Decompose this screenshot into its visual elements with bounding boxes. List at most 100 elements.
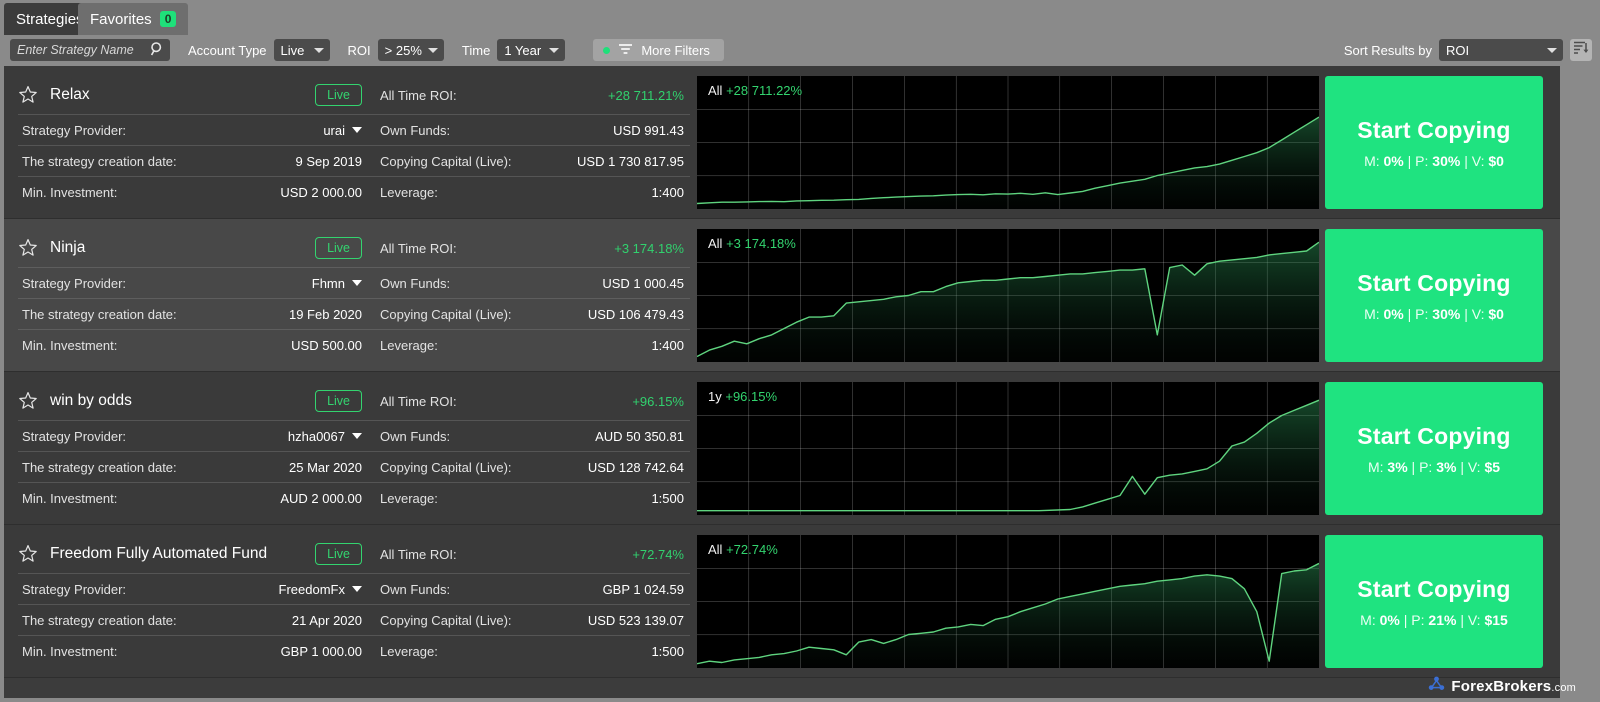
all-time-roi-line: All Time ROI: +72.74% [370,535,690,573]
strategy-list: Relax Live Strategy Provider: urai The s… [4,66,1560,698]
fee-management: 3% [1387,459,1407,475]
search-input[interactable] [10,43,142,57]
strategy-header: Relax Live [18,76,370,114]
leverage-line: Leverage: 1:500 [370,635,690,666]
copying-capital-line: Copying Capital (Live): USD 1 730 817.95 [370,145,690,176]
min-investment-value: AUD 2 000.00 [280,491,362,506]
leverage-label: Leverage: [380,644,438,659]
time-label: Time [462,43,490,58]
copying-capital-line: Copying Capital (Live): USD 523 139.07 [370,604,690,635]
strategy-name: Freedom Fully Automated Fund [50,545,315,563]
strategy-row[interactable]: Ninja Live Strategy Provider: Fhmn The s… [4,219,1560,372]
account-type-value: Live [281,43,305,58]
performance-chart[interactable]: 1y +96.15% [697,382,1319,515]
search-box[interactable] [10,39,170,61]
copying-capital-label: Copying Capital (Live): [380,307,512,322]
favorite-star-icon[interactable] [18,544,38,564]
provider-line: Strategy Provider: FreedomFx [18,573,370,604]
fee-volume: $5 [1484,459,1500,475]
filter-icon [618,43,633,58]
provider-value: FreedomFx [279,582,345,597]
strategy-header: Ninja Live [18,229,370,267]
roi-select[interactable]: > 25% [378,39,444,61]
vertical-scrollbar[interactable] [1586,66,1600,698]
favorite-star-icon[interactable] [18,238,38,258]
strategy-row[interactable]: Relax Live Strategy Provider: urai The s… [4,66,1560,219]
start-copying-button[interactable]: Start Copying M: 3% | P: 3% | V: $5 [1325,382,1543,515]
all-time-roi-value: +96.15% [632,394,684,409]
min-investment-line: Min. Investment: GBP 1 000.00 [18,635,370,666]
min-investment-value: GBP 1 000.00 [281,644,362,659]
provider-menu[interactable]: Fhmn [312,276,362,291]
start-copying-button[interactable]: Start Copying M: 0% | P: 30% | V: $0 [1325,76,1543,209]
min-investment-label: Min. Investment: [22,338,117,353]
sort-select[interactable]: ROI [1439,39,1563,61]
scrollbar-thumb[interactable] [1588,66,1598,366]
chart-summary-badge: All +3 174.18% [708,236,796,251]
provider-label: Strategy Provider: [22,123,126,138]
copying-capital-value: USD 1 730 817.95 [577,154,684,169]
creation-date-value: 25 Mar 2020 [289,460,362,475]
leverage-value: 1:500 [651,491,684,506]
min-investment-line: Min. Investment: USD 500.00 [18,329,370,360]
roi-label: ROI [348,43,371,58]
sort-group: Sort Results by ROI [1326,39,1592,61]
strategy-secondary-column: All Time ROI: +28 711.21% Own Funds: USD… [370,66,690,219]
status-badge: Live [315,237,362,259]
time-value: 1 Year [504,43,541,58]
creation-date-value: 19 Feb 2020 [289,307,362,322]
strategy-secondary-column: All Time ROI: +96.15% Own Funds: AUD 50 … [370,372,690,525]
strategy-row[interactable]: win by odds Live Strategy Provider: hzha… [4,372,1560,525]
fee-management: 0% [1384,153,1404,169]
sort-direction-button[interactable] [1570,39,1592,61]
more-filters-button[interactable]: More Filters [593,39,724,61]
provider-menu[interactable]: FreedomFx [279,582,362,597]
filter-toolbar: Account Type Live ROI > 25% Time 1 Year … [0,35,1600,65]
strategy-header: win by odds Live [18,382,370,420]
leverage-label: Leverage: [380,185,438,200]
copying-capital-value: USD 523 139.07 [588,613,684,628]
copying-capital-label: Copying Capital (Live): [380,460,512,475]
fee-performance: 21% [1428,612,1456,628]
chart-period-label: All [708,83,722,98]
strategy-header: Freedom Fully Automated Fund Live [18,535,370,573]
copying-capital-line: Copying Capital (Live): USD 128 742.64 [370,451,690,482]
start-copying-button[interactable]: Start Copying M: 0% | P: 30% | V: $0 [1325,229,1543,362]
provider-label: Strategy Provider: [22,276,126,291]
provider-menu[interactable]: hzha0067 [288,429,362,444]
provider-menu[interactable]: urai [323,123,362,138]
performance-chart[interactable]: All +72.74% [697,535,1319,668]
creation-date-line: The strategy creation date: 21 Apr 2020 [18,604,370,635]
fee-volume: $0 [1488,153,1504,169]
sort-results-label: Sort Results by [1344,43,1432,58]
own-funds-value: USD 1 000.45 [602,276,684,291]
performance-chart[interactable]: All +3 174.18% [697,229,1319,362]
account-type-select[interactable]: Live [274,39,330,61]
creation-date-line: The strategy creation date: 9 Sep 2019 [18,145,370,176]
status-badge: Live [315,543,362,565]
provider-label: Strategy Provider: [22,429,126,444]
start-copying-button[interactable]: Start Copying M: 0% | P: 21% | V: $15 [1325,535,1543,668]
strategy-info: Ninja Live Strategy Provider: Fhmn The s… [18,219,690,372]
chevron-down-icon [549,48,559,53]
search-icon[interactable] [150,42,163,61]
chevron-down-icon [352,280,362,286]
tab-bar: Strategies Favorites 0 [0,0,1600,35]
chevron-down-icon [1547,48,1557,53]
own-funds-line: Own Funds: AUD 50 350.81 [370,420,690,451]
all-time-roi-value: +28 711.21% [608,88,684,103]
all-time-roi-value: +72.74% [632,547,684,562]
performance-chart[interactable]: All +28 711.22% [697,76,1319,209]
chart-period-label: All [708,236,722,251]
chevron-down-icon [352,127,362,133]
status-badge: Live [315,84,362,106]
min-investment-line: Min. Investment: AUD 2 000.00 [18,482,370,513]
strategy-row[interactable]: Freedom Fully Automated Fund Live Strate… [4,525,1560,678]
provider-value: Fhmn [312,276,345,291]
sort-value: ROI [1446,43,1469,58]
favorite-star-icon[interactable] [18,85,38,105]
time-select[interactable]: 1 Year [497,39,565,61]
tab-favorites[interactable]: Favorites 0 [78,3,188,35]
favorite-star-icon[interactable] [18,391,38,411]
creation-date-label: The strategy creation date: [22,307,177,322]
